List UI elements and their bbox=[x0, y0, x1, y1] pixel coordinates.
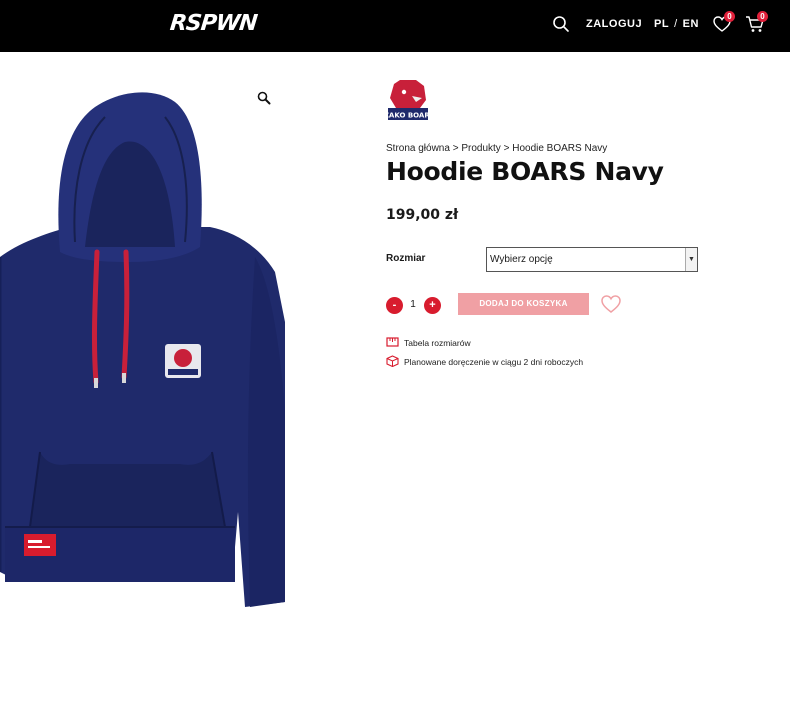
cart-count-badge: 0 bbox=[757, 11, 768, 22]
lang-en-link[interactable]: EN bbox=[683, 18, 699, 30]
size-table-label: Tabela rozmiarów bbox=[404, 338, 471, 348]
size-select-value: Wybierz opcję bbox=[490, 254, 553, 265]
size-label: Rozmiar bbox=[386, 253, 426, 264]
breadcrumb-home[interactable]: Strona główna bbox=[386, 143, 450, 154]
breadcrumb-separator: > bbox=[500, 143, 513, 154]
breadcrumb-separator: > bbox=[449, 143, 462, 154]
quantity-increase-button[interactable]: + bbox=[424, 297, 441, 314]
box-icon bbox=[386, 355, 399, 367]
product-price: 199,00 zł bbox=[386, 207, 459, 223]
lang-pl-link[interactable]: PL bbox=[654, 18, 669, 30]
product-title: Hoodie BOARS Navy bbox=[386, 157, 664, 186]
breadcrumb: Strona główna > Produkty > Hoodie BOARS … bbox=[386, 143, 607, 154]
size-select[interactable]: Wybierz opcję ▼ bbox=[486, 247, 698, 272]
zoom-icon[interactable] bbox=[257, 91, 271, 105]
brand-logo-text: IZAKO BOARS bbox=[386, 112, 430, 120]
breadcrumb-current: Hoodie BOARS Navy bbox=[512, 143, 608, 154]
add-to-cart-button[interactable]: DODAJ DO KOSZYKA bbox=[458, 293, 589, 315]
quantity-input[interactable]: 1 bbox=[405, 299, 421, 310]
site-header: RSPWN ZALOGUJ PL / EN 0 0 bbox=[0, 0, 790, 52]
login-link[interactable]: ZALOGUJ bbox=[586, 18, 642, 30]
ruler-icon bbox=[386, 337, 399, 347]
quantity-decrease-button[interactable]: - bbox=[386, 297, 403, 314]
language-switcher: PL / EN bbox=[654, 18, 699, 30]
product-image[interactable] bbox=[0, 82, 290, 612]
site-logo[interactable]: RSPWN bbox=[169, 11, 258, 36]
chevron-down-icon: ▼ bbox=[685, 248, 697, 271]
wishlist-count-badge: 0 bbox=[724, 11, 735, 22]
delivery-label: Planowane doręczenie w ciągu 2 dni roboc… bbox=[404, 357, 584, 367]
heart-icon[interactable] bbox=[600, 293, 622, 315]
brand-logo[interactable]: IZAKO BOARS bbox=[386, 78, 430, 124]
lang-separator: / bbox=[674, 18, 678, 30]
search-icon[interactable] bbox=[552, 15, 570, 33]
breadcrumb-products[interactable]: Produkty bbox=[461, 143, 500, 154]
